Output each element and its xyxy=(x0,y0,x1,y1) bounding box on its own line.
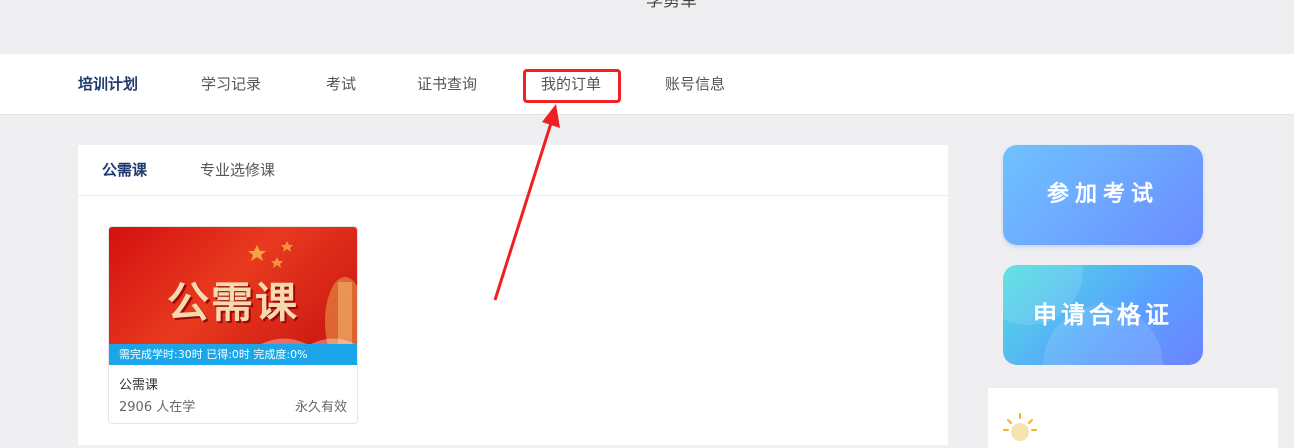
sun-icon xyxy=(1003,413,1037,441)
my-orders-highlight xyxy=(523,69,621,103)
course-cover: 公需课 需完成学时:30时 已得:0时 完成度:0% xyxy=(109,227,357,365)
nav-account-info[interactable]: 账号信息 xyxy=(665,54,725,114)
take-exam-button[interactable]: 参加考试 xyxy=(1003,145,1203,245)
user-name: 李勇军 xyxy=(646,0,697,11)
nav-training-plan[interactable]: 培训计划 xyxy=(78,54,138,114)
progress-strip: 需完成学时:30时 已得:0时 完成度:0% xyxy=(109,344,357,365)
top-bar: 李勇军 xyxy=(0,0,1294,54)
course-panel: 公需课 专业选修课 公需课 需完成学时:30时 已得:0时 完成度:0% 公需课… xyxy=(78,145,948,445)
nav-exam[interactable]: 考试 xyxy=(326,54,356,114)
tab-public-required[interactable]: 公需课 xyxy=(102,145,147,195)
apply-certificate-label: 申请合格证 xyxy=(1033,301,1173,329)
nav-study-records[interactable]: 学习记录 xyxy=(201,54,261,114)
apply-certificate-button[interactable]: 申请合格证 xyxy=(1003,265,1203,365)
course-tabs: 公需课 专业选修课 xyxy=(78,145,948,196)
nav-certificate-query[interactable]: 证书查询 xyxy=(417,54,477,114)
course-card[interactable]: 公需课 需完成学时:30时 已得:0时 完成度:0% 公需课 2906 人在学 … xyxy=(108,226,358,424)
cover-title: 公需课 xyxy=(167,278,300,327)
learner-count: 2906 人在学 xyxy=(119,400,196,415)
side-panel xyxy=(988,388,1278,448)
main-nav: 培训计划 学习记录 考试 证书查询 我的订单 账号信息 xyxy=(0,54,1294,115)
course-name: 公需课 xyxy=(119,378,159,393)
validity: 永久有效 xyxy=(294,400,347,415)
tab-professional-elective[interactable]: 专业选修课 xyxy=(200,145,275,195)
